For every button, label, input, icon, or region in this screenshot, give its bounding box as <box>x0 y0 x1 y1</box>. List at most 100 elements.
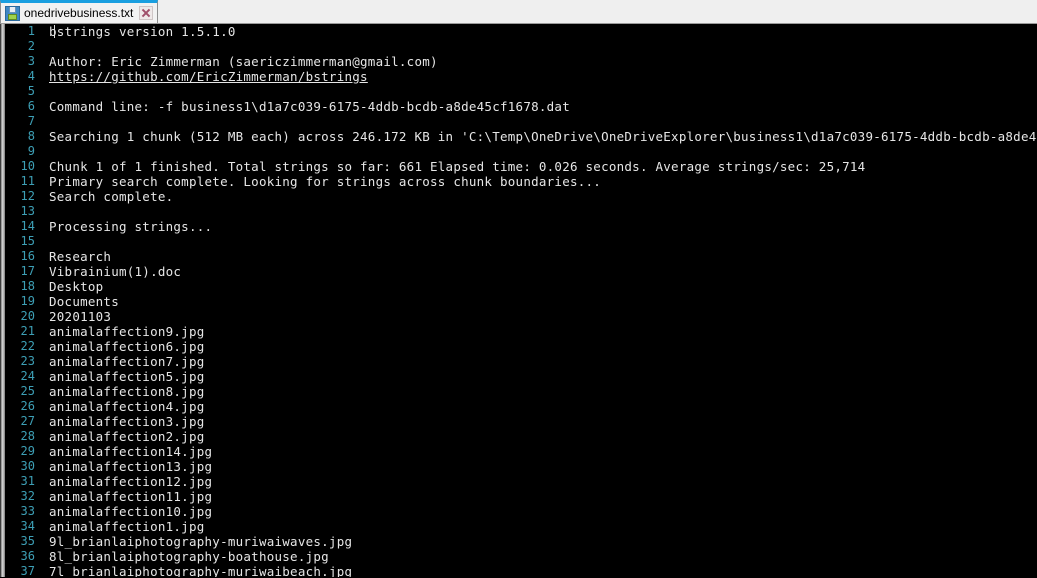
code-line[interactable]: 37 7l_brianlaiphotography-muriwaibeach.jp… <box>5 564 1037 577</box>
code-line[interactable]: 21 animalaffection9.jpg <box>5 324 1037 339</box>
code-line-text: Research <box>49 249 112 264</box>
code-line[interactable]: 5 <box>5 84 1037 99</box>
code-line-text: animalaffection13.jpg <box>49 459 213 474</box>
line-number: 10 <box>20 159 35 173</box>
line-number: 3 <box>27 54 35 68</box>
line-number: 11 <box>20 174 35 188</box>
code-line-text: animalaffection8.jpg <box>49 384 205 399</box>
line-number: 7 <box>27 114 35 128</box>
line-number: 17 <box>20 264 35 278</box>
line-number: 18 <box>20 279 35 293</box>
line-number: 30 <box>20 459 35 473</box>
line-number: 21 <box>20 324 35 338</box>
tab-label: onedrivebusiness.txt <box>24 6 134 20</box>
code-line[interactable]: 6 Command line: -f business1\d1a7c039-617… <box>5 99 1037 114</box>
code-line-text <box>39 234 1037 249</box>
code-line-text: 9l_brianlaiphotography-muriwaiwaves.jpg <box>49 534 353 549</box>
line-number: 20 <box>20 309 35 323</box>
code-line-text: Searching 1 chunk (512 MB each) across 2… <box>49 129 1037 144</box>
code-line-text: animalaffection9.jpg <box>49 324 205 339</box>
code-line[interactable]: 14 Processing strings... <box>5 219 1037 234</box>
code-line[interactable]: 36 8l_brianlaiphotography-boathouse.jpg <box>5 549 1037 564</box>
line-number: 27 <box>20 414 35 428</box>
code-line[interactable]: 35 9l_brianlaiphotography-muriwaiwaves.jp… <box>5 534 1037 549</box>
code-line-text <box>39 144 1037 159</box>
code-line[interactable]: 18 Desktop <box>5 279 1037 294</box>
line-number: 31 <box>20 474 35 488</box>
code-line-text: animalaffection5.jpg <box>49 369 205 384</box>
code-line-text: animalaffection6.jpg <box>49 339 205 354</box>
code-line-text: Desktop <box>49 279 104 294</box>
code-line[interactable]: 15 <box>5 234 1037 249</box>
code-line[interactable]: 17 Vibrainium(1).doc <box>5 264 1037 279</box>
code-line-text <box>39 204 1037 219</box>
code-line-text: Processing strings... <box>49 219 213 234</box>
code-line[interactable]: 22 animalaffection6.jpg <box>5 339 1037 354</box>
line-number: 2 <box>27 39 35 53</box>
code-line-text: Documents <box>49 294 119 309</box>
code-line-text: animalaffection3.jpg <box>49 414 205 429</box>
code-line[interactable]: 25 animalaffection8.jpg <box>5 384 1037 399</box>
code-line[interactable]: 8 Searching 1 chunk (512 MB each) across … <box>5 129 1037 144</box>
code-line-text: animalaffection14.jpg <box>49 444 213 459</box>
code-line[interactable]: 20 20201103 <box>5 309 1037 324</box>
code-line-text: 8l_brianlaiphotography-boathouse.jpg <box>49 549 329 564</box>
line-number: 16 <box>20 249 35 263</box>
code-line-text: animalaffection4.jpg <box>49 399 205 414</box>
code-line[interactable]: 19 Documents <box>5 294 1037 309</box>
line-number: 29 <box>20 444 35 458</box>
line-number: 25 <box>20 384 35 398</box>
code-line-text: Author: Eric Zimmerman (saericzimmerman@… <box>49 54 438 69</box>
code-line[interactable]: 27 animalaffection3.jpg <box>5 414 1037 429</box>
line-number: 15 <box>20 234 35 248</box>
line-number: 12 <box>20 189 35 203</box>
editor-pane[interactable]: 1 bstrings version 1.5.1.0 2 3 Author: Eric … <box>0 24 1037 577</box>
code-line-text: Search complete. <box>49 189 174 204</box>
code-line[interactable]: 16 Research <box>5 249 1037 264</box>
line-number: 33 <box>20 504 35 518</box>
text-caret <box>54 25 55 38</box>
line-number: 36 <box>20 549 35 563</box>
code-line[interactable]: 10 Chunk 1 of 1 finished. Total strings s… <box>5 159 1037 174</box>
code-line-text: 7l_brianlaiphotography-muriwaibeach.jpg <box>49 564 353 577</box>
code-line[interactable]: 26 animalaffection4.jpg <box>5 399 1037 414</box>
line-number: 35 <box>20 534 35 548</box>
code-line[interactable]: 2 <box>5 39 1037 54</box>
code-line[interactable]: 4 https://github.com/EricZimmerman/bstrin… <box>5 69 1037 84</box>
code-line[interactable]: 28 animalaffection2.jpg <box>5 429 1037 444</box>
code-line[interactable]: 23 animalaffection7.jpg <box>5 354 1037 369</box>
code-line[interactable]: 13 <box>5 204 1037 219</box>
line-number: 6 <box>27 99 35 113</box>
code-line[interactable]: 12 Search complete. <box>5 189 1037 204</box>
tab-bar: onedrivebusiness.txt <box>0 0 1037 24</box>
line-number: 24 <box>20 369 35 383</box>
code-line-text <box>39 39 1037 54</box>
code-line[interactable]: 7 <box>5 114 1037 129</box>
line-number: 13 <box>20 204 35 218</box>
code-line-text: Primary search complete. Looking for str… <box>49 174 602 189</box>
code-line[interactable]: 34 animalaffection1.jpg <box>5 519 1037 534</box>
tab-onedrivebusiness-txt[interactable]: onedrivebusiness.txt <box>0 0 159 23</box>
code-line-text: 20201103 <box>49 309 112 324</box>
close-x-icon[interactable] <box>139 6 154 20</box>
code-area[interactable]: 1 bstrings version 1.5.1.0 2 3 Author: Eric … <box>5 24 1037 577</box>
code-line[interactable]: 3 Author: Eric Zimmerman (saericzimmerman… <box>5 54 1037 69</box>
code-line-text: Chunk 1 of 1 finished. Total strings so … <box>49 159 866 174</box>
code-line[interactable]: 33 animalaffection10.jpg <box>5 504 1037 519</box>
code-line[interactable]: 24 animalaffection5.jpg <box>5 369 1037 384</box>
code-line-text: animalaffection12.jpg <box>49 474 213 489</box>
code-line-text <box>39 84 1037 99</box>
code-line-text: animalaffection7.jpg <box>49 354 205 369</box>
line-number: 37 <box>20 564 35 577</box>
line-number: 1 <box>27 24 35 38</box>
code-line[interactable]: 1 bstrings version 1.5.1.0 <box>5 24 1037 39</box>
code-line[interactable]: 29 animalaffection14.jpg <box>5 444 1037 459</box>
code-line-link[interactable]: https://github.com/EricZimmerman/bstring… <box>39 69 1037 84</box>
code-line[interactable]: 11 Primary search complete. Looking for s… <box>5 174 1037 189</box>
code-line[interactable]: 9 <box>5 144 1037 159</box>
code-line[interactable]: 31 animalaffection12.jpg <box>5 474 1037 489</box>
code-line[interactable]: 32 animalaffection11.jpg <box>5 489 1037 504</box>
code-line-text: Command line: -f business1\d1a7c039-6175… <box>49 99 570 114</box>
code-line[interactable]: 30 animalaffection13.jpg <box>5 459 1037 474</box>
line-number: 23 <box>20 354 35 368</box>
